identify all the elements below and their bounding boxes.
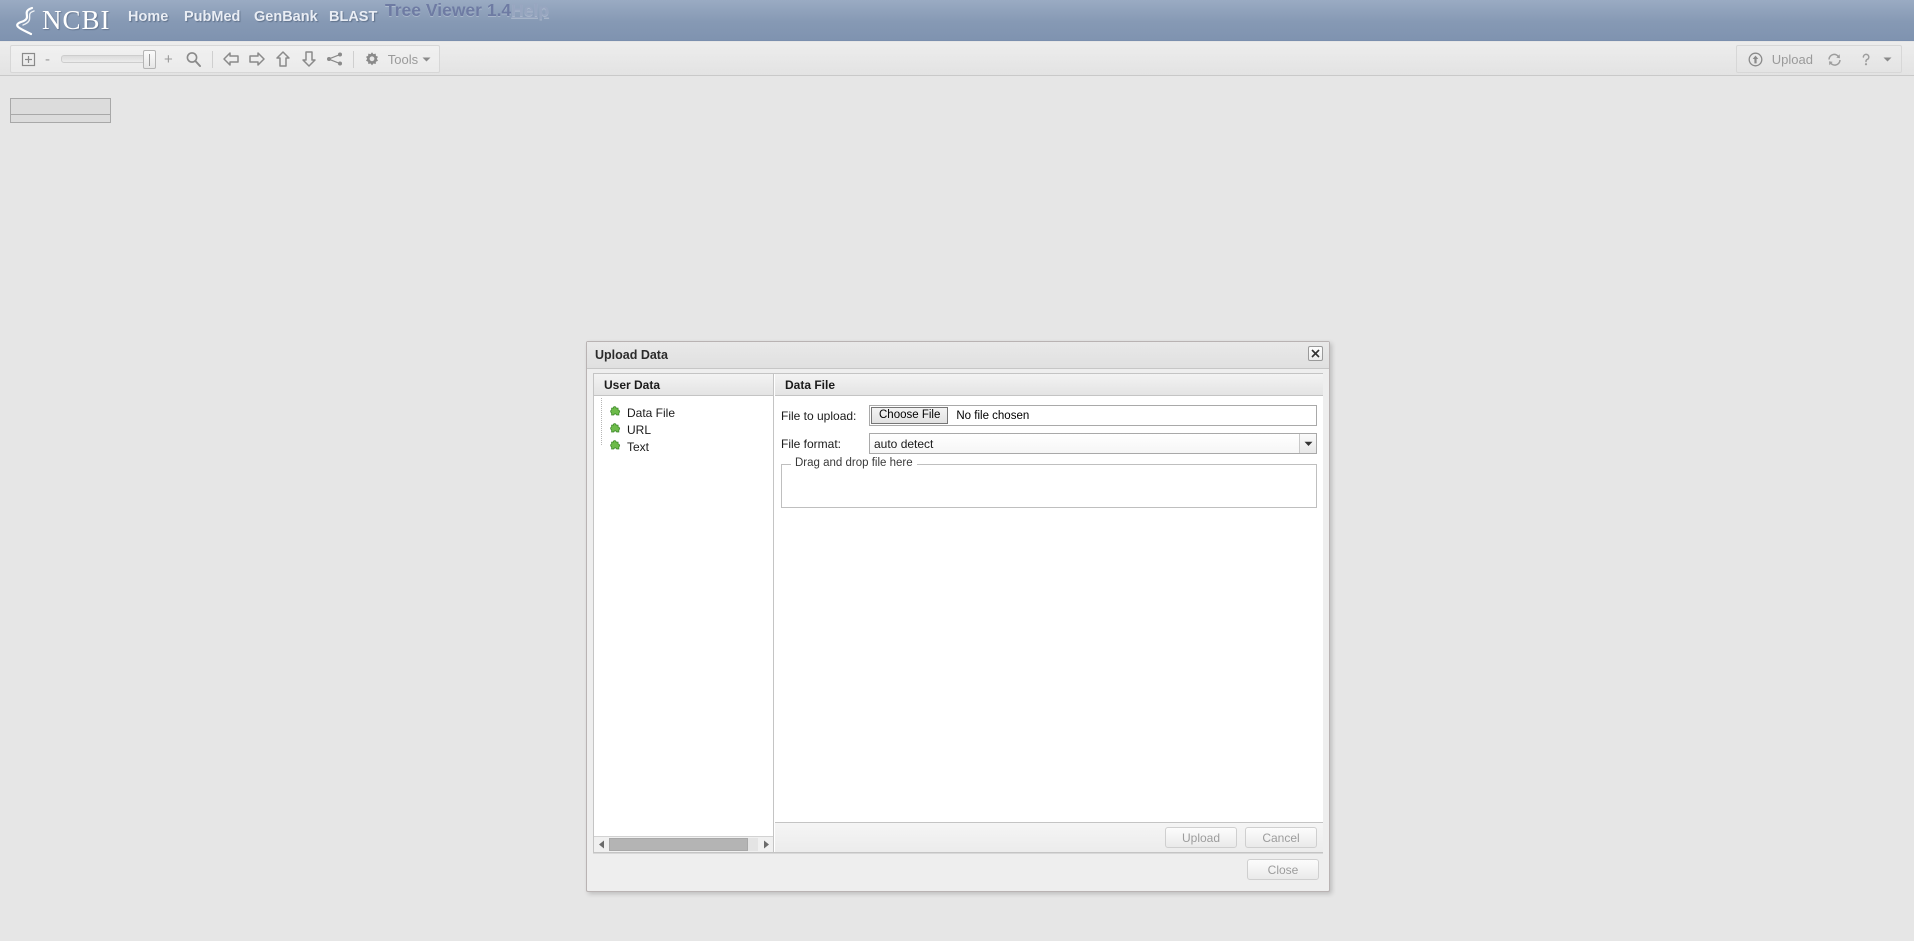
tree-item-label: URL bbox=[627, 422, 652, 437]
tree-panel-placeholder bbox=[10, 98, 111, 123]
zoom-slider[interactable] bbox=[61, 50, 156, 69]
nav-link-genbank[interactable]: GenBank bbox=[254, 9, 318, 25]
tree-item-text[interactable]: Text bbox=[600, 438, 773, 455]
tree-item-label: Data File bbox=[627, 405, 676, 420]
close-button[interactable]: Close bbox=[1247, 859, 1319, 880]
chevron-down-icon[interactable] bbox=[1299, 434, 1316, 453]
scrollbar-track[interactable] bbox=[609, 838, 758, 851]
help-chevron-down-icon[interactable] bbox=[1881, 47, 1893, 71]
gear-icon[interactable] bbox=[361, 47, 383, 71]
tree-item-label: Text bbox=[627, 439, 650, 454]
no-file-chosen-text: No file chosen bbox=[956, 409, 1030, 422]
dna-helix-icon bbox=[16, 6, 35, 36]
upload-circle-icon[interactable] bbox=[1745, 47, 1767, 71]
tree-item-url[interactable]: URL bbox=[600, 421, 773, 438]
choose-file-button[interactable]: Choose File bbox=[871, 407, 949, 424]
data-file-actions: Upload Cancel bbox=[775, 822, 1323, 852]
app-title-text: Tree Viewer 1.4 bbox=[385, 0, 512, 20]
zoom-slider-thumb[interactable] bbox=[143, 50, 156, 69]
tree-panel-divider bbox=[11, 114, 110, 115]
upload-button[interactable]: Upload bbox=[1165, 827, 1237, 848]
green-puzzle-icon bbox=[610, 405, 620, 415]
data-file-panel: Data File File to upload: Choose File No… bbox=[775, 374, 1323, 852]
toolbar-divider-2 bbox=[352, 50, 354, 68]
arrow-left-icon[interactable] bbox=[220, 47, 242, 71]
file-upload-input[interactable]: Choose File No file chosen bbox=[869, 405, 1317, 426]
dialog-titlebar[interactable]: Upload Data bbox=[587, 342, 1329, 369]
page-title: Tree Viewer 1.4Help bbox=[385, 0, 549, 21]
nav-link-blast[interactable]: BLAST bbox=[329, 9, 377, 25]
tree-item-data-file[interactable]: Data File bbox=[600, 404, 773, 421]
drag-drop-zone[interactable]: Drag and drop file here bbox=[781, 457, 1317, 508]
file-format-row: File format: auto detect bbox=[781, 433, 1317, 454]
ncbi-header-bar: NCBI Home PubMed GenBank BLAST Tree View… bbox=[0, 0, 1914, 41]
help-link[interactable]: Help bbox=[511, 0, 549, 20]
ncbi-logo[interactable]: NCBI bbox=[8, 1, 118, 39]
tree-canvas-area[interactable]: Upload Data User Data Data File URL Text… bbox=[0, 76, 1914, 941]
main-toolbar: - + Tools Upload bbox=[0, 42, 1914, 76]
tree-node-icon[interactable] bbox=[324, 47, 346, 71]
green-puzzle-icon bbox=[610, 422, 620, 432]
arrow-down-icon[interactable] bbox=[298, 47, 320, 71]
drag-drop-legend: Drag and drop file here bbox=[791, 457, 917, 469]
upload-data-dialog: Upload Data User Data Data File URL Text… bbox=[586, 341, 1330, 892]
nav-link-home[interactable]: Home bbox=[128, 9, 168, 25]
refresh-icon[interactable] bbox=[1823, 47, 1845, 71]
toolbar-right-group: Upload bbox=[1735, 45, 1902, 73]
nav-link-pubmed[interactable]: PubMed bbox=[184, 9, 240, 25]
scrollbar-thumb[interactable] bbox=[609, 838, 748, 851]
file-to-upload-row: File to upload: Choose File No file chos… bbox=[781, 405, 1317, 426]
ncbi-brand-text: NCBI bbox=[42, 5, 111, 35]
dialog-body: User Data Data File URL Text Data File F… bbox=[593, 373, 1323, 853]
upload-button-label[interactable]: Upload bbox=[1769, 52, 1813, 67]
close-x-icon[interactable] bbox=[1308, 346, 1323, 361]
green-puzzle-icon bbox=[610, 439, 620, 449]
dialog-title: Upload Data bbox=[595, 348, 668, 362]
expand-box-icon[interactable] bbox=[17, 47, 39, 71]
user-data-panel-header: User Data bbox=[594, 374, 773, 396]
file-format-select[interactable]: auto detect bbox=[869, 433, 1317, 454]
file-format-label: File format: bbox=[781, 436, 842, 451]
cancel-button[interactable]: Cancel bbox=[1245, 827, 1317, 848]
zoom-in-button[interactable]: + bbox=[160, 51, 177, 68]
horizontal-scrollbar[interactable] bbox=[594, 836, 773, 852]
user-data-panel: User Data Data File URL Text bbox=[594, 374, 774, 852]
magnifier-icon[interactable] bbox=[183, 47, 205, 71]
file-format-value: auto detect bbox=[874, 436, 934, 451]
triangle-right-icon[interactable] bbox=[759, 838, 773, 852]
file-to-upload-label: File to upload: bbox=[781, 408, 857, 423]
tools-menu-label[interactable]: Tools bbox=[385, 52, 418, 67]
data-file-form: File to upload: Choose File No file chos… bbox=[775, 397, 1323, 822]
chevron-down-icon[interactable] bbox=[420, 47, 433, 71]
user-data-tree: Data File URL Text bbox=[594, 396, 773, 455]
triangle-left-icon[interactable] bbox=[594, 838, 608, 852]
zoom-out-button[interactable]: - bbox=[41, 51, 54, 68]
question-mark-icon[interactable] bbox=[1855, 47, 1877, 71]
data-file-panel-header: Data File bbox=[775, 374, 1323, 396]
toolbar-left-group: - + Tools bbox=[10, 45, 441, 73]
arrow-right-icon[interactable] bbox=[246, 47, 268, 71]
toolbar-divider bbox=[211, 50, 213, 68]
arrow-up-icon[interactable] bbox=[272, 47, 294, 71]
dialog-footer: Close bbox=[593, 853, 1323, 885]
